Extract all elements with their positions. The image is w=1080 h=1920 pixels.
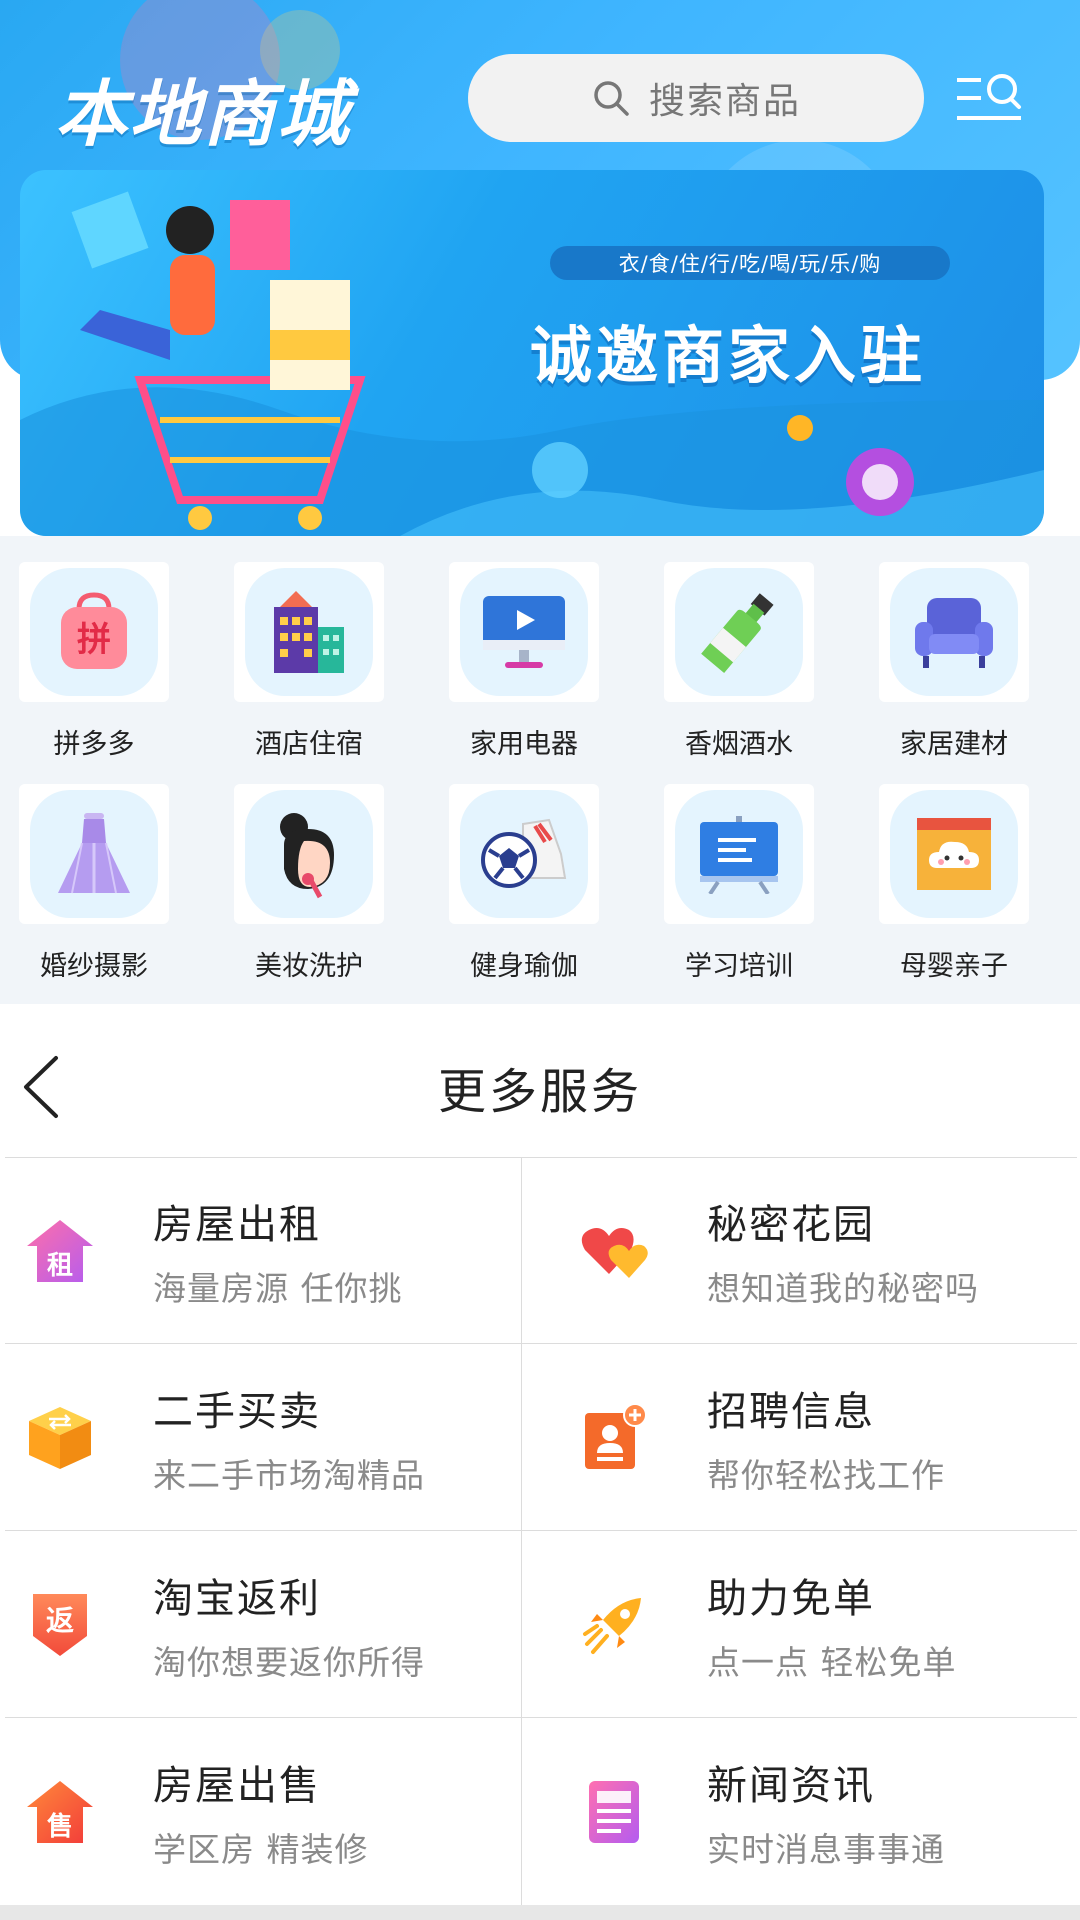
row-divider [5, 1343, 1077, 1344]
more-services-title: 更多服务 [437, 1064, 642, 1120]
service-title: 淘宝返利 [153, 1576, 321, 1622]
category-hotel[interactable]: 酒店住宿 [224, 562, 394, 761]
service-subtitle: 想知道我的秘密吗 [707, 1269, 979, 1308]
svg-text:拼: 拼 [77, 620, 111, 660]
svg-text:租: 租 [47, 1251, 73, 1281]
category-beauty[interactable]: 美妆洗护 [224, 784, 394, 983]
service-news[interactable]: 新闻资讯 实时消息事事通 [559, 1719, 1079, 1904]
category-fitness-yoga[interactable]: 健身瑜伽 [439, 784, 609, 983]
news-doc-icon [589, 1781, 639, 1843]
box-exchange-icon [29, 1407, 91, 1469]
baby-frame-icon [917, 818, 991, 890]
hearts-icon [581, 1228, 648, 1278]
service-subtitle: 淘你想要返你所得 [153, 1643, 425, 1682]
svg-text:售: 售 [47, 1811, 73, 1842]
resume-add-icon [585, 1403, 647, 1469]
service-subtitle: 来二手市场淘精品 [153, 1456, 425, 1495]
category-appliances[interactable]: 家用电器 [439, 562, 609, 761]
service-taobao-rebate[interactable]: 返 淘宝返利 淘你想要返你所得 [5, 1532, 525, 1717]
category-label: 婚纱摄影 [40, 951, 148, 982]
row-divider [5, 1530, 1077, 1531]
category-tobacco-drinks[interactable]: 香烟酒水 [654, 562, 824, 761]
bottle-icon [701, 593, 774, 674]
category-label: 家居建材 [900, 729, 1008, 760]
service-free-order[interactable]: 助力免单 点一点 轻松免单 [559, 1532, 1079, 1717]
bottom-edge [0, 1905, 1080, 1920]
service-recruitment[interactable]: 招聘信息 帮你轻松找工作 [559, 1345, 1079, 1530]
service-subtitle: 学区房 精装修 [153, 1830, 369, 1869]
category-label: 拼多多 [53, 729, 135, 760]
service-subtitle: 实时消息事事通 [707, 1830, 945, 1869]
wedding-dress-icon [58, 813, 130, 894]
category-label: 家用电器 [470, 729, 578, 760]
more-services-header: 更多服务 [0, 1004, 1080, 1156]
service-secret-garden[interactable]: 秘密花园 想知道我的秘密吗 [559, 1158, 1079, 1343]
category-label: 酒店住宿 [255, 729, 363, 760]
hotel-building-icon [274, 591, 344, 673]
category-label: 健身瑜伽 [470, 951, 578, 982]
service-subtitle: 海量房源 任你挑 [153, 1269, 403, 1308]
menu-search-icon[interactable] [955, 70, 1023, 128]
blackboard-icon [700, 816, 778, 894]
category-wedding-photo[interactable]: 婚纱摄影 [9, 784, 179, 983]
soccer-shoe-icon [481, 818, 567, 888]
rent-house-icon: 租 [27, 1220, 93, 1282]
monitor-icon [483, 596, 565, 668]
service-title: 房屋出租 [153, 1202, 321, 1248]
service-subtitle: 帮你轻松找工作 [707, 1456, 945, 1495]
category-label: 香烟酒水 [685, 729, 793, 760]
svg-text:返: 返 [46, 1604, 74, 1637]
service-subtitle: 点一点 轻松免单 [707, 1643, 957, 1682]
service-house-sale[interactable]: 售 房屋出售 学区房 精装修 [5, 1719, 525, 1904]
rebate-arrow-icon: 返 [33, 1594, 87, 1656]
category-label: 学习培训 [685, 951, 793, 982]
category-pinduoduo[interactable]: 拼 拼多多 [9, 562, 179, 761]
category-study-training[interactable]: 学习培训 [654, 784, 824, 983]
pinduoduo-bag-icon: 拼 [61, 592, 127, 669]
service-title: 新闻资讯 [707, 1763, 875, 1809]
woman-face-icon [280, 813, 334, 899]
service-title: 秘密花园 [707, 1202, 875, 1248]
search-bar[interactable]: 搜索商品 [468, 54, 924, 142]
app-title: 本地商城 [55, 72, 352, 156]
category-label: 母婴亲子 [900, 951, 1008, 982]
service-house-rent[interactable]: 租 房屋出租 海量房源 任你挑 [5, 1158, 525, 1343]
service-title: 房屋出售 [153, 1763, 321, 1809]
rocket-icon [583, 1598, 641, 1654]
category-home-materials[interactable]: 家居建材 [869, 562, 1039, 761]
sofa-icon [915, 598, 993, 668]
sale-house-icon: 售 [27, 1781, 93, 1843]
service-title: 招聘信息 [707, 1389, 875, 1435]
search-placeholder: 搜索商品 [648, 81, 801, 122]
category-label: 美妆洗护 [255, 951, 363, 982]
banner-tagline: 衣/食/住/行/吃/喝/玩/乐/购 [550, 246, 950, 280]
service-title: 助力免单 [707, 1576, 875, 1622]
search-icon [594, 81, 629, 116]
promo-banner[interactable]: 衣/食/住/行/吃/喝/玩/乐/购 诚邀商家入驻 [20, 170, 1044, 536]
category-maternity-baby[interactable]: 母婴亲子 [869, 784, 1039, 983]
service-second-hand[interactable]: 二手买卖 来二手市场淘精品 [5, 1345, 525, 1530]
row-divider [5, 1717, 1077, 1718]
service-title: 二手买卖 [153, 1389, 321, 1435]
banner-headline: 诚邀商家入驻 [530, 319, 927, 392]
